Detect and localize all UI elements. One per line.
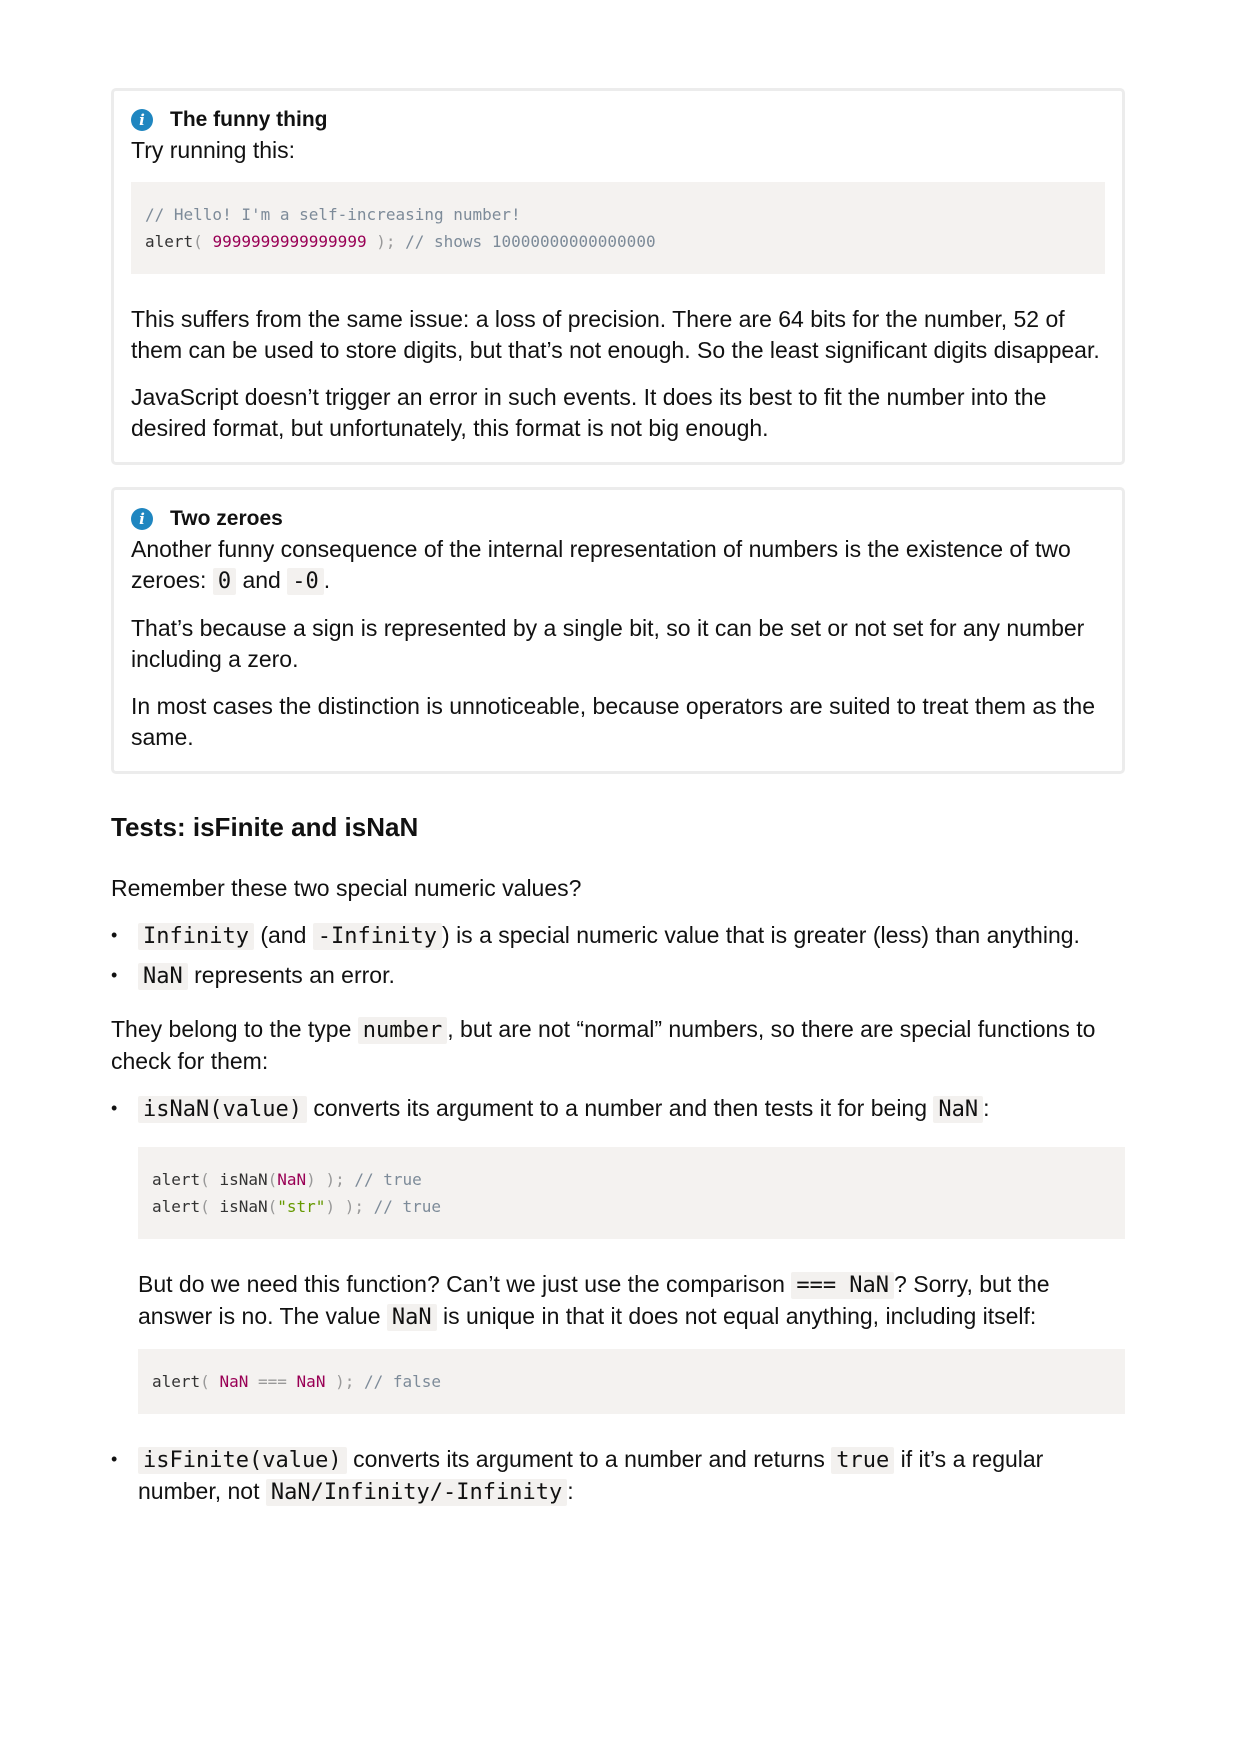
code-string: "str": [277, 1197, 326, 1216]
text: They belong to the type: [111, 1016, 358, 1042]
code-punct: );: [344, 1197, 364, 1216]
code-fn: alert: [152, 1170, 201, 1189]
code-comment: // true: [373, 1197, 442, 1216]
code-fn: alert: [152, 1372, 201, 1391]
note-paragraph: In most cases the distinction is unnotic…: [131, 693, 1095, 750]
inline-code: -0: [287, 568, 324, 595]
code-punct: (: [200, 1372, 210, 1391]
note-title: Two zeroes: [170, 507, 283, 530]
code-punct: ): [306, 1170, 316, 1189]
code-block: // Hello! I'm a self-increasing number! …: [131, 182, 1105, 274]
note-paragraph: Another funny consequence of the interna…: [131, 534, 1105, 597]
note-paragraph: JavaScript doesn’t trigger an error in s…: [131, 384, 1047, 441]
info-icon: i: [131, 109, 153, 131]
paragraph: They belong to the type number, but are …: [111, 1014, 1125, 1077]
inline-code: true: [831, 1447, 895, 1474]
code-punct: );: [376, 232, 396, 251]
note-paragraph: That’s because a sign is represented by …: [131, 615, 1085, 672]
inline-code: isNaN(value): [138, 1096, 307, 1123]
code-keyword: NaN: [296, 1372, 326, 1391]
note-header: i The funny thing: [131, 105, 1105, 135]
code-fn: alert: [145, 232, 194, 251]
code-punct: );: [335, 1372, 355, 1391]
inline-code: Infinity: [138, 923, 254, 950]
code-fn: isNaN: [219, 1170, 268, 1189]
inline-code: NaN: [386, 1304, 437, 1331]
code-number: 9999999999999999: [212, 232, 367, 251]
info-icon: i: [131, 508, 153, 530]
list-item: Infinity (and -Infinity) is a special nu…: [111, 920, 1125, 952]
code-fn: isNaN: [219, 1197, 268, 1216]
text: and: [236, 567, 288, 593]
section-intro: Remember these two special numeric value…: [111, 875, 582, 901]
code-block: alert( isNaN(NaN) ); // true alert( isNa…: [138, 1147, 1125, 1239]
code-punct: (: [267, 1170, 278, 1189]
note-intro: Try running this:: [131, 137, 296, 163]
code-punct: (: [193, 232, 203, 251]
info-note-funny-thing: i The funny thing Try running this: // H…: [111, 88, 1125, 465]
code-fn: alert: [152, 1197, 201, 1216]
inline-code: 0: [212, 568, 237, 595]
inline-code: -Infinity: [312, 923, 443, 950]
list-item: NaN represents an error.: [111, 960, 1125, 992]
inline-code: isFinite(value): [138, 1447, 347, 1474]
inline-code: number: [357, 1017, 448, 1044]
code-operator: ===: [258, 1372, 287, 1391]
text: represents an error.: [187, 962, 395, 988]
text: converts its argument to a number and th…: [306, 1095, 934, 1121]
code-punct: (: [267, 1197, 278, 1216]
note-title: The funny thing: [170, 108, 328, 131]
special-values-list: Infinity (and -Infinity) is a special nu…: [111, 920, 1125, 992]
paragraph: But do we need this function? Can’t we j…: [138, 1269, 1125, 1333]
text: .: [323, 567, 331, 593]
note-paragraph: This suffers from the same issue: a loss…: [131, 306, 1100, 363]
text: is unique in that it does not equal anyt…: [436, 1303, 1037, 1329]
isnan-details: alert( isNaN(NaN) ); // true alert( isNa…: [111, 1147, 1125, 1414]
inline-code: NaN/Infinity/-Infinity: [265, 1479, 568, 1506]
text: converts its argument to a number and re…: [346, 1446, 832, 1472]
section-heading: Tests: isFinite and isNaN: [111, 812, 419, 842]
code-keyword: NaN: [219, 1372, 249, 1391]
text: (and: [253, 922, 313, 948]
code-comment: // true: [354, 1170, 422, 1189]
text: ) is a special numeric value that is gre…: [442, 922, 1080, 948]
functions-list: isNaN(value) converts its argument to a …: [111, 1093, 1125, 1125]
list-item-isfinite: isFinite(value) converts its argument to…: [111, 1444, 1125, 1508]
code-punct: ): [325, 1197, 336, 1216]
inline-code: NaN: [933, 1096, 984, 1123]
text: But do we need this function? Can’t we j…: [138, 1271, 792, 1297]
text: :: [567, 1478, 574, 1504]
inline-code: NaN: [138, 963, 188, 990]
code-keyword: NaN: [277, 1170, 307, 1189]
code-comment: // false: [364, 1372, 442, 1391]
article: i The funny thing Try running this: // H…: [111, 88, 1125, 1530]
list-item-isnan: isNaN(value) converts its argument to a …: [111, 1093, 1125, 1125]
note-header: i Two zeroes: [131, 504, 1105, 534]
functions-list-2: isFinite(value) converts its argument to…: [111, 1444, 1125, 1508]
code-comment: // shows 10000000000000000: [405, 232, 656, 251]
info-note-two-zeroes: i Two zeroes Another funny consequence o…: [111, 487, 1125, 774]
code-block: alert( NaN === NaN ); // false: [138, 1349, 1125, 1414]
text: :: [983, 1095, 990, 1121]
code-punct: );: [325, 1170, 345, 1189]
inline-code: === NaN: [791, 1272, 895, 1299]
code-punct: (: [200, 1170, 210, 1189]
code-comment: // Hello! I'm a self-increasing number!: [145, 205, 521, 224]
code-punct: (: [200, 1197, 210, 1216]
